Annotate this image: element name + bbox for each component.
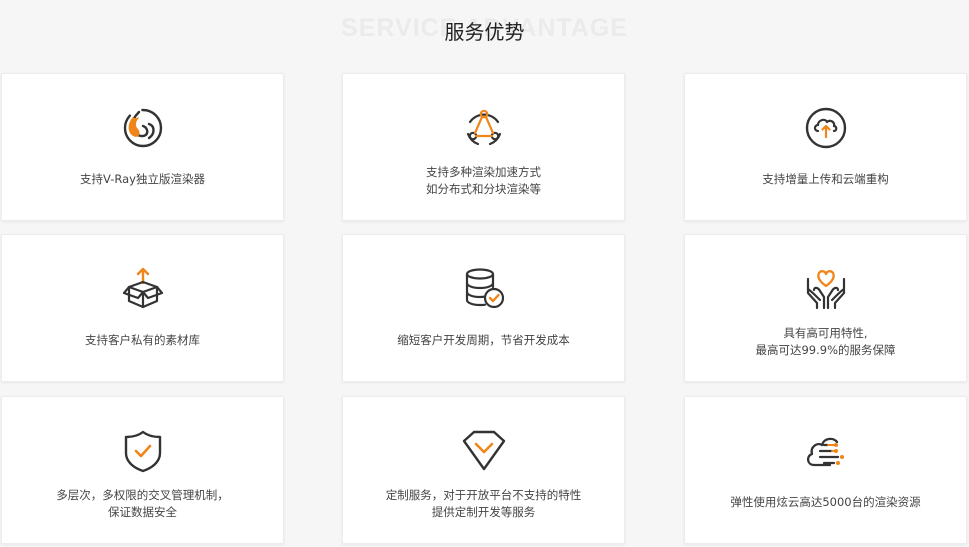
feature-card-dev-cycle: 缩短客户开发周期，节省开发成本 <box>342 234 625 382</box>
feature-card-text: 支持增量上传和云端重构 <box>762 172 889 186</box>
feature-card-text: 支持V-Ray独立版渲染器 <box>80 172 205 186</box>
feature-card-security: 多层次，多权限的交叉管理机制， 保证数据安全 <box>1 396 284 544</box>
box-upload-icon <box>119 265 167 313</box>
triangle-nodes-icon <box>460 104 508 152</box>
feature-card-elastic-resources: 弹性使用炫云高达5000台的渲染资源 <box>684 396 967 544</box>
database-check-icon <box>460 265 508 313</box>
feature-card-text: 支持多种渲染加速方式 如分布式和分块渲染等 <box>426 165 541 196</box>
feature-card-vray: 支持V-Ray独立版渲染器 <box>1 73 284 221</box>
feature-card-text: 弹性使用炫云高达5000台的渲染资源 <box>730 495 921 509</box>
section-header: SERVICE ADVANTAGE 服务优势 <box>0 0 969 60</box>
feature-card-text: 多层次，多权限的交叉管理机制， 保证数据安全 <box>56 488 229 519</box>
feature-card-acceleration: 支持多种渲染加速方式 如分布式和分块渲染等 <box>342 73 625 221</box>
feature-card-text: 缩短客户开发周期，节省开发成本 <box>397 333 570 347</box>
feature-card-text: 定制服务，对于开放平台不支持的特性 提供定制开发等服务 <box>385 488 582 519</box>
feature-card-text: 具有高可用特性, 最高可达99.9%的服务保障 <box>755 326 896 357</box>
vray-swirl-icon <box>119 104 167 152</box>
feature-card-text: 支持客户私有的素材库 <box>85 333 200 347</box>
feature-card-availability: 具有高可用特性, 最高可达99.9%的服务保障 <box>684 234 967 382</box>
feature-card-incremental-upload: 支持增量上传和云端重构 <box>684 73 967 221</box>
page-title: 服务优势 <box>444 20 525 44</box>
feature-card-asset-library: 支持客户私有的素材库 <box>1 234 284 382</box>
feature-card-custom-service: 定制服务，对于开放平台不支持的特性 提供定制开发等服务 <box>342 396 625 544</box>
heart-hands-icon <box>802 265 850 313</box>
diamond-icon <box>460 427 508 475</box>
shield-check-icon <box>119 427 167 475</box>
cloud-upload-icon <box>802 104 850 152</box>
cloud-network-icon <box>802 427 850 475</box>
